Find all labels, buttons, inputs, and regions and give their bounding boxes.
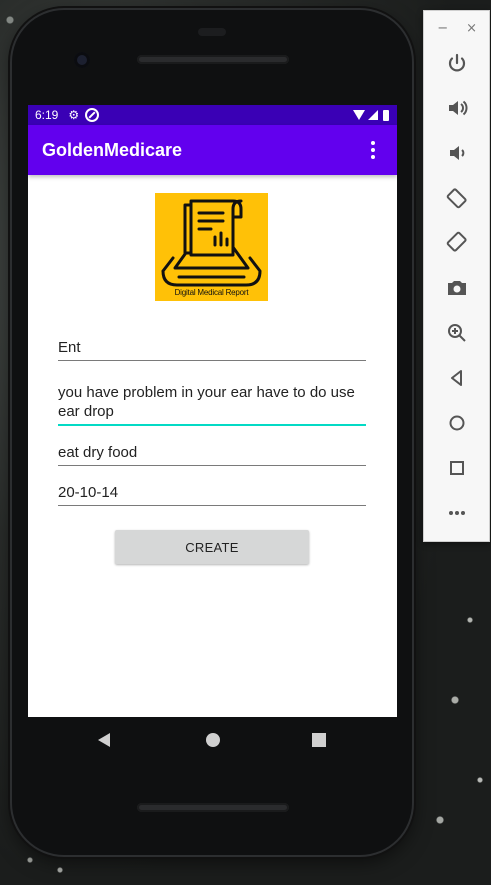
home-icon [449, 415, 464, 431]
camera-icon [447, 281, 466, 295]
report-icon [161, 199, 262, 287]
nav-recents-icon[interactable] [312, 733, 326, 747]
toolbar-window-controls: − × [424, 11, 489, 45]
date-field[interactable]: 20-10-14 [58, 483, 366, 506]
zoom-icon [447, 324, 466, 342]
overview-icon [449, 461, 464, 475]
screenshot-button[interactable] [424, 271, 489, 305]
volume-up-button[interactable] [424, 91, 489, 125]
status-time: 6:19 [35, 108, 59, 122]
diagnosis-field[interactable]: you have problem in your ear have to do … [58, 383, 366, 426]
logo-caption: Digital Medical Report [174, 288, 249, 297]
rotate-right-icon [446, 231, 467, 252]
device-screen: 6:19 ⚙ GoldenMedicare Digital Medical Re… [28, 105, 397, 717]
home-button[interactable] [424, 406, 489, 440]
more-button[interactable] [424, 496, 489, 530]
status-bar: 6:19 ⚙ [28, 105, 397, 125]
more-icon [448, 511, 465, 515]
nav-home-icon[interactable] [206, 733, 220, 747]
volume-up-icon [448, 100, 467, 116]
phone-frame: 6:19 ⚙ GoldenMedicare Digital Medical Re… [12, 10, 412, 855]
signal-icon [368, 110, 378, 120]
wifi-icon [353, 110, 365, 120]
emulator-toolbar: − × [423, 10, 490, 542]
bottom-speaker [137, 803, 289, 812]
top-speaker [137, 55, 289, 64]
nav-back-icon[interactable] [98, 733, 110, 747]
back-button[interactable] [424, 361, 489, 395]
diet-field[interactable]: eat dry food [58, 443, 366, 466]
earpiece [198, 28, 226, 36]
front-camera [74, 52, 90, 68]
app-bar: GoldenMedicare [28, 125, 397, 175]
status-icons [353, 109, 389, 121]
overview-button[interactable] [424, 451, 489, 485]
rotate-left-button[interactable] [424, 181, 489, 215]
create-button[interactable]: CREATE [115, 530, 309, 564]
navigation-bar [12, 722, 412, 758]
department-field[interactable]: Ent [58, 338, 366, 361]
power-icon [448, 53, 465, 72]
volume-down-button[interactable] [424, 136, 489, 170]
battery-icon [383, 109, 389, 121]
app-logo: Digital Medical Report [155, 193, 268, 301]
minimize-icon[interactable]: − [437, 21, 448, 36]
volume-down-icon [449, 146, 464, 160]
close-icon[interactable]: × [466, 21, 477, 36]
back-icon [450, 370, 462, 386]
overflow-menu-icon[interactable] [363, 140, 383, 160]
rotate-right-button[interactable] [424, 225, 489, 259]
dnd-icon [85, 108, 100, 122]
app-title: GoldenMedicare [42, 139, 183, 160]
power-button[interactable] [424, 47, 489, 81]
settings-icon: ⚙ [68, 108, 80, 122]
zoom-button[interactable] [424, 316, 489, 350]
rotate-left-icon [446, 188, 467, 209]
